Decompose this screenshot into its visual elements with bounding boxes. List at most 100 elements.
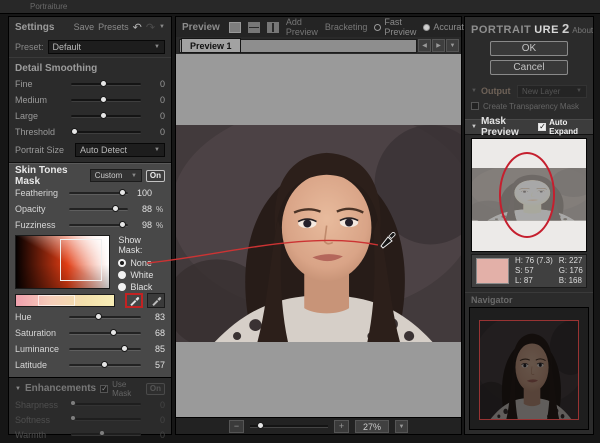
portrait-size-select[interactable]: Auto Detect ▼ [75, 143, 165, 157]
opacity-slider[interactable] [69, 208, 128, 211]
cancel-button[interactable]: Cancel [490, 60, 568, 75]
feathering-slider-handle[interactable] [119, 189, 126, 196]
sharpness-slider[interactable] [71, 403, 141, 406]
hue-slider[interactable] [69, 316, 141, 319]
navigator-box[interactable] [469, 307, 589, 430]
radio-label: Black [130, 282, 152, 292]
large-slider-handle[interactable] [100, 112, 107, 119]
opacity-slider-handle[interactable] [112, 205, 119, 212]
skin-tone-gradient-bar[interactable] [15, 294, 115, 307]
threshold-slider-row: Threshold 0 [9, 124, 171, 140]
fuzziness-value: 98 [132, 220, 152, 230]
collapse-icon[interactable]: ▼ [471, 88, 477, 94]
fine-slider[interactable] [71, 83, 141, 86]
undo-icon[interactable]: ↶ [133, 21, 142, 34]
preset-select[interactable]: Default ▼ [48, 40, 165, 54]
presets-button[interactable]: Presets [98, 22, 129, 32]
fuzziness-slider[interactable] [69, 224, 128, 227]
large-slider[interactable] [71, 115, 141, 118]
auto-expand-checkbox[interactable] [538, 123, 546, 131]
save-button[interactable]: Save [74, 22, 95, 32]
show-mask-option-none[interactable]: None [118, 258, 165, 268]
saturation-slider[interactable] [69, 332, 141, 335]
luminance-label: Luminance [15, 344, 65, 354]
skin-color-gradient[interactable] [15, 235, 110, 289]
auto-expand-option[interactable]: Auto Expand [538, 118, 587, 136]
zoom-slider[interactable] [250, 425, 328, 428]
about-link[interactable]: About [572, 26, 593, 35]
collapse-icon[interactable]: ▼ [15, 386, 21, 392]
transparency-row[interactable]: Create Transparency Mask [465, 99, 593, 113]
softness-slider[interactable] [71, 418, 141, 421]
radio-icon[interactable] [374, 24, 381, 31]
show-mask-option-black[interactable]: Black [118, 282, 165, 292]
single-view-icon[interactable] [229, 22, 241, 33]
panel-menu-icon[interactable]: ▼ [159, 24, 165, 30]
collapse-icon[interactable]: ▼ [471, 124, 477, 130]
preview-image[interactable] [176, 125, 461, 342]
skin-tones-mask-section: Skin Tones Mask Custom ▼ On Feathering 1… [9, 163, 171, 378]
sharpness-slider-handle[interactable] [70, 400, 76, 406]
radio-icon[interactable] [118, 271, 126, 279]
zoom-level-value[interactable]: 27% [355, 420, 389, 433]
navigator-title: Navigator [471, 295, 513, 305]
radio-icon[interactable] [423, 24, 430, 31]
enhancements-on-button[interactable]: On [146, 383, 165, 395]
radio-icon[interactable] [118, 259, 126, 267]
radio-icon[interactable] [118, 283, 126, 291]
bracketing-button[interactable]: Bracketing [325, 22, 368, 32]
split-vertical-view-icon[interactable] [267, 22, 279, 33]
luminance-slider[interactable] [69, 348, 141, 351]
ok-button[interactable]: OK [490, 41, 568, 56]
zoom-slider-handle[interactable] [257, 422, 264, 429]
saturation-slider-handle[interactable] [110, 329, 117, 336]
tab-menu-button[interactable]: ▼ [446, 39, 459, 52]
tab-preview-1[interactable]: Preview 1 [181, 38, 241, 53]
show-mask-option-white[interactable]: White [118, 270, 165, 280]
warmth-slider-handle[interactable] [99, 430, 105, 436]
luminance-slider-handle[interactable] [121, 345, 128, 352]
redo-icon[interactable]: ↷ [146, 21, 155, 34]
medium-slider[interactable] [71, 99, 141, 102]
title-bar[interactable]: Portraiture [0, 0, 600, 14]
latitude-slider-handle[interactable] [101, 361, 108, 368]
threshold-slider[interactable] [71, 131, 141, 134]
tab-next-button[interactable]: ▶ [432, 39, 445, 52]
latitude-slider-row: Latitude 57 [9, 357, 171, 373]
latitude-slider[interactable] [69, 364, 141, 367]
skin-mask-on-button[interactable]: On [146, 170, 165, 182]
zoom-out-button[interactable]: − [229, 420, 244, 433]
gradient-selection-rect[interactable] [60, 239, 102, 281]
feathering-slider[interactable] [69, 192, 128, 195]
add-preview-button[interactable]: Add Preview [286, 17, 318, 37]
eyedropper-subtract-button[interactable] [147, 293, 165, 308]
zoom-menu-button[interactable]: ▼ [395, 420, 408, 433]
mask-preview-box[interactable] [471, 138, 587, 252]
eyedropper-icon [129, 295, 140, 306]
preview-canvas[interactable] [176, 54, 461, 417]
medium-slider-handle[interactable] [100, 96, 107, 103]
eyedropper-add-button[interactable] [125, 293, 143, 308]
fast-preview-option[interactable]: Fast Preview [374, 17, 416, 37]
split-horizontal-view-icon[interactable] [248, 22, 260, 33]
control-panel: PORTRAITURE 2 About Help OK Cancel ▼ Out… [464, 16, 594, 435]
accurate-option[interactable]: Accurate [423, 22, 469, 32]
warmth-slider[interactable] [71, 433, 141, 436]
use-mask-checkbox[interactable] [100, 385, 108, 393]
fuzziness-slider-handle[interactable] [119, 221, 126, 228]
skin-mask-preset-select[interactable]: Custom ▼ [90, 169, 142, 182]
output-select[interactable]: New Layer ▼ [517, 85, 587, 98]
fine-slider-handle[interactable] [100, 80, 107, 87]
hue-slider-handle[interactable] [95, 313, 102, 320]
threshold-slider-handle[interactable] [71, 128, 78, 135]
softness-slider-handle[interactable] [70, 415, 76, 421]
threshold-label: Threshold [15, 127, 67, 137]
zoom-in-button[interactable]: + [334, 420, 349, 433]
transparency-checkbox[interactable] [471, 102, 479, 110]
navigator-thumbnail[interactable] [479, 320, 579, 420]
chevron-down-icon: ▼ [154, 44, 160, 50]
feathering-value: 100 [132, 188, 152, 198]
tab-prev-button[interactable]: ◀ [418, 39, 431, 52]
show-mask-options: Show Mask: None White Black [114, 235, 165, 292]
large-label: Large [15, 111, 67, 121]
